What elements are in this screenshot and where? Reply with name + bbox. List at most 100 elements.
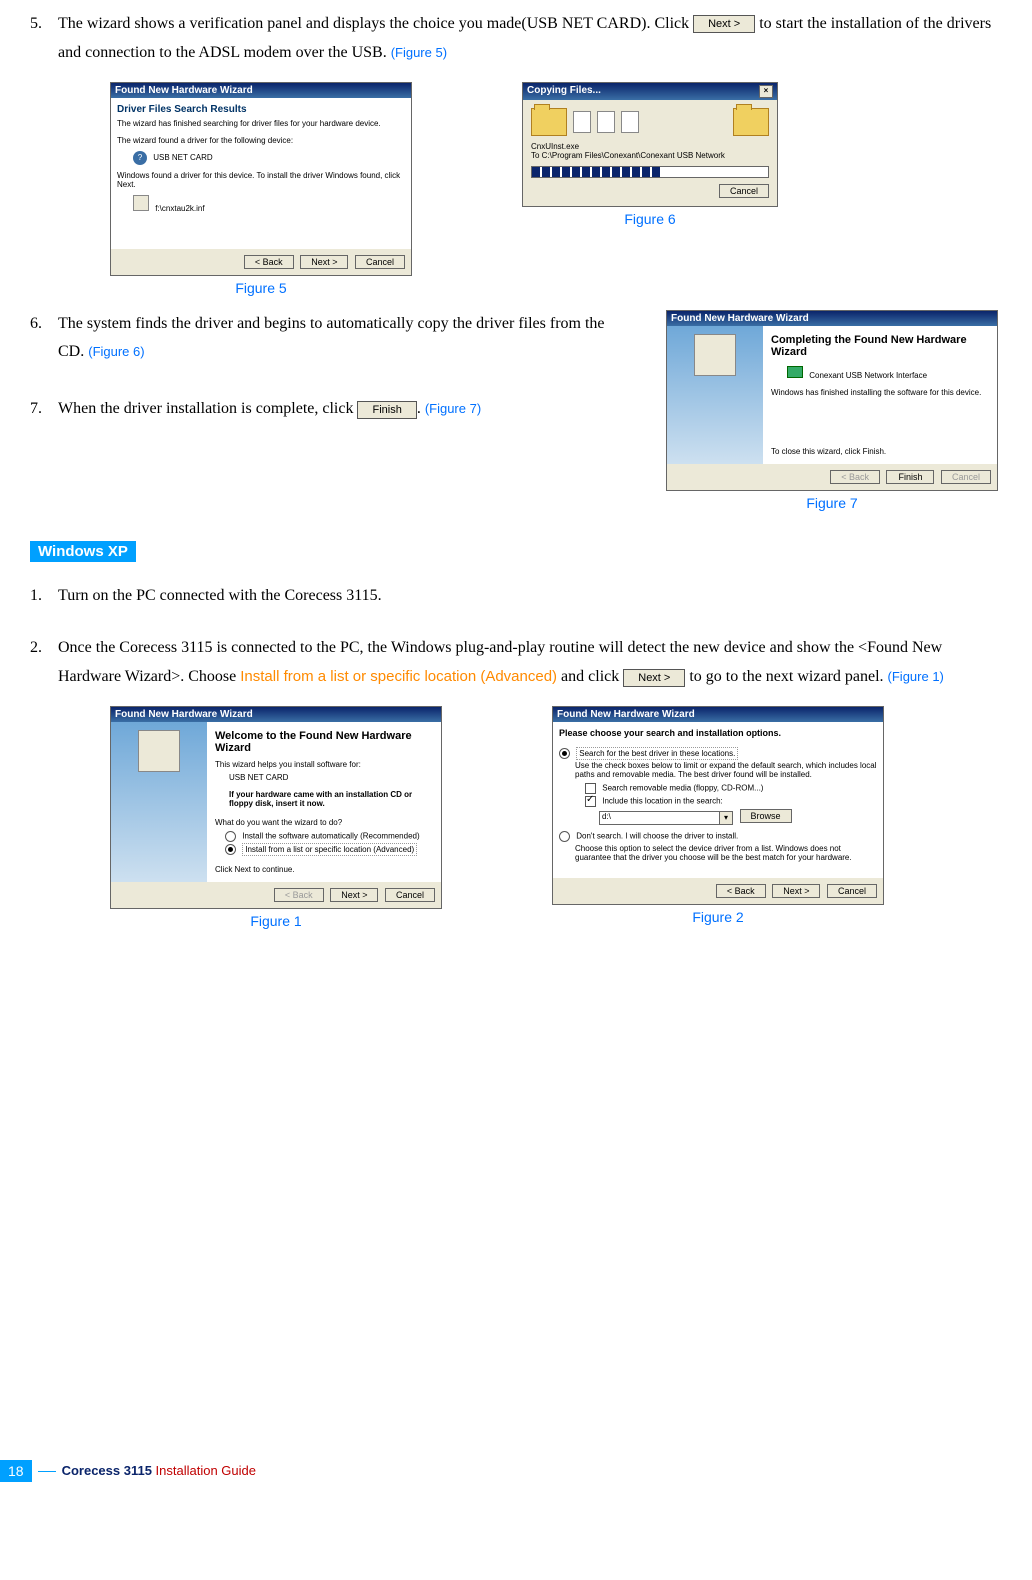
figure-xp-2-caption: Figure 2 bbox=[692, 909, 743, 925]
dialog-found-new-hardware: Found New Hardware Wizard Driver Files S… bbox=[110, 82, 412, 276]
copy-destination: To C:\Program Files\Conexant\Conexant US… bbox=[531, 151, 769, 160]
step6-figref: (Figure 6) bbox=[88, 344, 144, 359]
chk-removable: Search removable media (floppy, CD-ROM..… bbox=[602, 784, 763, 793]
section-windows-xp: Windows XP bbox=[30, 541, 136, 562]
document-icon bbox=[573, 111, 591, 133]
folder-icon bbox=[733, 108, 769, 136]
step7-figref: (Figure 7) bbox=[425, 401, 481, 416]
xp2-figref: (Figure 1) bbox=[888, 669, 944, 684]
radio-advanced[interactable] bbox=[225, 844, 236, 855]
xp-step-2: 2. Once the Corecess 3115 is connected t… bbox=[30, 634, 1002, 692]
xp-step-1-text: Turn on the PC connected with the Corece… bbox=[58, 582, 1002, 611]
device-name: Conexant USB Network Interface bbox=[809, 371, 927, 380]
dialog-xp-welcome: Found New Hardware Wizard Welcome to the… bbox=[110, 706, 442, 909]
dialog-line2: Windows found a driver for this device. … bbox=[117, 171, 405, 189]
figure-5-caption: Figure 5 bbox=[235, 280, 286, 296]
figure-6-caption: Figure 6 bbox=[624, 211, 675, 227]
cancel-button: Cancel bbox=[941, 470, 991, 484]
xp1-l1: This wizard helps you install software f… bbox=[215, 760, 433, 769]
step-5: 5. The wizard shows a verification panel… bbox=[30, 10, 1002, 68]
cancel-button[interactable]: Cancel bbox=[827, 884, 877, 898]
opt-search-desc: Use the check boxes below to limit or ex… bbox=[575, 761, 877, 779]
cancel-button[interactable]: Cancel bbox=[719, 184, 769, 198]
figure-xp-2: Found New Hardware Wizard Please choose … bbox=[552, 706, 884, 929]
radio-dont-search[interactable] bbox=[559, 831, 570, 842]
step-7-num: 7. bbox=[30, 395, 58, 424]
wizard-close-hint: To close this wizard, click Finish. bbox=[771, 447, 989, 456]
next-button[interactable]: Next > bbox=[300, 255, 348, 269]
next-button[interactable]: Next > bbox=[330, 888, 378, 902]
step5-figref: (Figure 5) bbox=[391, 45, 447, 60]
step-5-num: 5. bbox=[30, 10, 58, 68]
chk-location: Include this location in the search: bbox=[602, 797, 723, 806]
network-icon bbox=[787, 366, 803, 378]
finish-button-inline[interactable]: Finish bbox=[357, 401, 416, 419]
figure-xp-1: Found New Hardware Wizard Welcome to the… bbox=[110, 706, 442, 929]
browse-button[interactable]: Browse bbox=[740, 809, 792, 823]
wizard-side-panel bbox=[111, 722, 207, 882]
xp-step-1-num: 1. bbox=[30, 582, 58, 611]
back-button: < Back bbox=[274, 888, 324, 902]
finish-button[interactable]: Finish bbox=[886, 470, 934, 484]
wizard-heading: Completing the Found New Hardware Wizard bbox=[771, 334, 989, 358]
xp2-highlight: Install from a list or specific location… bbox=[240, 668, 557, 685]
step-6: 6. The system finds the driver and begin… bbox=[30, 310, 632, 368]
page-number: 18 bbox=[0, 1460, 32, 1482]
wizard-heading: Welcome to the Found New Hardware Wizard bbox=[215, 730, 433, 754]
check-include-location[interactable] bbox=[585, 796, 596, 807]
footer-divider bbox=[38, 1471, 56, 1472]
radio-auto[interactable] bbox=[225, 831, 236, 842]
opt-search: Search for the best driver in these loca… bbox=[576, 747, 738, 760]
opt-dont-search-desc: Choose this option to select the device … bbox=[575, 844, 877, 862]
step-5-body: The wizard shows a verification panel an… bbox=[58, 10, 1002, 68]
cancel-button[interactable]: Cancel bbox=[385, 888, 435, 902]
dialog-xp-search-options: Found New Hardware Wizard Please choose … bbox=[552, 706, 884, 905]
check-removable[interactable] bbox=[585, 783, 596, 794]
wizard-line: Windows has finished installing the soft… bbox=[771, 388, 989, 397]
dialog-title: Found New Hardware Wizard bbox=[115, 709, 253, 720]
back-button: < Back bbox=[830, 470, 880, 484]
figure-6: Copying Files... × CnxUInst.exe To C:\Pr… bbox=[522, 82, 778, 296]
inf-icon bbox=[133, 195, 149, 211]
dialog-title: Copying Files... bbox=[527, 85, 601, 98]
step-7: 7. When the driver installation is compl… bbox=[30, 395, 632, 424]
dialog-title: Found New Hardware Wizard bbox=[115, 85, 253, 96]
wizard-side-panel bbox=[667, 326, 763, 464]
dialog-title: Found New Hardware Wizard bbox=[557, 709, 695, 720]
dialog-subnote: The wizard has finished searching for dr… bbox=[117, 119, 405, 128]
step5-text-a: The wizard shows a verification panel an… bbox=[58, 15, 693, 32]
footer-title-rest: Installation Guide bbox=[152, 1463, 256, 1478]
xp1-l4: Click Next to continue. bbox=[215, 865, 433, 874]
back-button[interactable]: < Back bbox=[244, 255, 294, 269]
cancel-button[interactable]: Cancel bbox=[355, 255, 405, 269]
xp-step-2-num: 2. bbox=[30, 634, 58, 692]
xp1-l2: If your hardware came with an installati… bbox=[229, 790, 433, 808]
dialog-complete-wizard: Found New Hardware Wizard Completing the… bbox=[666, 310, 998, 491]
opt-auto: Install the software automatically (Reco… bbox=[242, 832, 419, 841]
next-button-inline[interactable]: Next > bbox=[693, 15, 755, 33]
device-name: USB NET CARD bbox=[229, 773, 433, 782]
wizard-heading: Please choose your search and installati… bbox=[559, 728, 877, 738]
opt-dont-search: Don't search. I will choose the driver t… bbox=[576, 832, 738, 841]
progress-bar bbox=[531, 166, 769, 178]
back-button[interactable]: < Back bbox=[716, 884, 766, 898]
dialog-titlebar: Found New Hardware Wizard bbox=[111, 83, 411, 98]
figure-xp-1-caption: Figure 1 bbox=[250, 913, 301, 929]
radio-search-best[interactable] bbox=[559, 748, 570, 759]
xp2-text-b: and click bbox=[561, 668, 623, 685]
next-button-inline[interactable]: Next > bbox=[623, 669, 685, 687]
figure-7: Found New Hardware Wizard Completing the… bbox=[662, 310, 1002, 511]
footer-title-bold: Corecess 3115 bbox=[62, 1463, 152, 1478]
copy-filename: CnxUInst.exe bbox=[531, 142, 769, 151]
xp-step-1: 1. Turn on the PC connected with the Cor… bbox=[30, 582, 1002, 611]
xp1-l3: What do you want the wizard to do? bbox=[215, 818, 433, 827]
inf-path: f:\cnxtau2k.inf bbox=[155, 204, 204, 213]
step7-text-b: . bbox=[417, 400, 425, 417]
xp2-text-c: to go to the next wizard panel. bbox=[689, 668, 887, 685]
close-icon[interactable]: × bbox=[759, 85, 773, 98]
next-button[interactable]: Next > bbox=[772, 884, 820, 898]
hardware-icon bbox=[694, 334, 736, 376]
opt-advanced: Install from a list or specific location… bbox=[242, 843, 417, 856]
path-combo[interactable]: d:\ bbox=[599, 811, 733, 825]
figure-7-caption: Figure 7 bbox=[806, 495, 857, 511]
